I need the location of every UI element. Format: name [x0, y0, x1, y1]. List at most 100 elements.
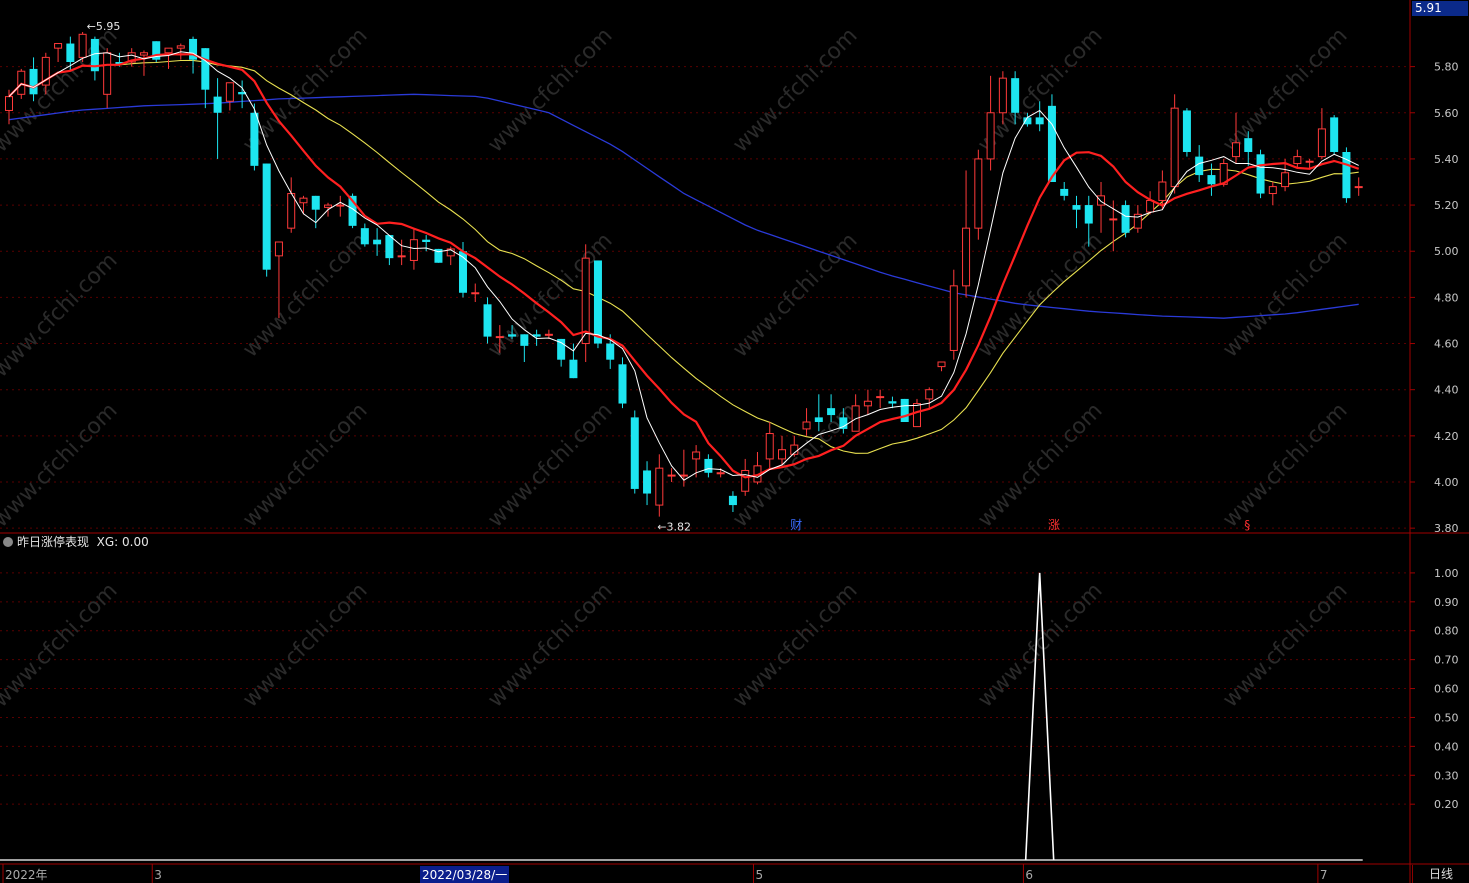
candle-body: [863, 400, 872, 407]
candle-body: [360, 228, 369, 245]
candle[interactable]: [851, 394, 860, 432]
candle[interactable]: [1207, 163, 1216, 196]
candle-body: [1207, 175, 1216, 185]
candle[interactable]: [1133, 205, 1142, 233]
candle-body: [692, 451, 701, 460]
candle[interactable]: [1121, 200, 1130, 238]
candle-body: [139, 52, 148, 56]
candle[interactable]: [90, 36, 99, 81]
candle[interactable]: [962, 170, 971, 298]
candle[interactable]: [103, 48, 112, 109]
candle[interactable]: [876, 389, 885, 409]
candle-body: [471, 292, 480, 295]
candle[interactable]: [238, 80, 247, 109]
watermark: www.cfchi.com: [728, 228, 862, 362]
candle[interactable]: [1170, 94, 1179, 194]
watermark: www.cfchi.com: [1218, 398, 1352, 532]
candle[interactable]: [900, 398, 909, 422]
candle[interactable]: [532, 329, 541, 346]
indicator-tick-label: 0.40: [1434, 740, 1459, 753]
event-mark[interactable]: 财: [790, 518, 802, 532]
candle[interactable]: [986, 75, 995, 171]
candle[interactable]: [250, 103, 259, 171]
candle[interactable]: [949, 269, 958, 360]
candle[interactable]: [1146, 191, 1155, 215]
candle[interactable]: [753, 452, 762, 485]
candle[interactable]: [1256, 149, 1265, 199]
candle[interactable]: [164, 47, 173, 69]
event-mark[interactable]: 涨: [1048, 517, 1060, 532]
watermark: www.cfchi.com: [238, 398, 372, 532]
candle[interactable]: [937, 361, 946, 372]
watermark: www.cfchi.com: [973, 398, 1107, 532]
candle[interactable]: [520, 334, 529, 362]
candle-body: [974, 158, 983, 229]
candle[interactable]: [471, 283, 480, 302]
candle-body: [1268, 186, 1277, 195]
candle[interactable]: [311, 195, 320, 229]
candle[interactable]: [360, 223, 369, 247]
candle-body: [962, 227, 971, 287]
candle[interactable]: [1354, 177, 1363, 196]
candle[interactable]: [581, 244, 590, 362]
y-tick-label: 4.20: [1434, 430, 1459, 443]
candle[interactable]: [1342, 147, 1351, 203]
candle-body: [606, 343, 615, 360]
watermark: www.cfchi.com: [0, 248, 123, 382]
candle[interactable]: [1182, 108, 1191, 157]
candle-body: [618, 364, 627, 404]
candle[interactable]: [618, 357, 627, 409]
candle[interactable]: [1047, 94, 1056, 182]
candle-body: [225, 82, 234, 102]
candle[interactable]: [1097, 182, 1106, 233]
period-button[interactable]: 日线: [1412, 865, 1469, 883]
candle[interactable]: [863, 389, 872, 416]
candle-body: [765, 433, 774, 460]
candle[interactable]: [802, 408, 811, 436]
candle[interactable]: [1330, 115, 1339, 155]
indicator-title[interactable]: 昨日涨停表现 XG: 0.00: [3, 533, 149, 550]
candle[interactable]: [765, 422, 774, 469]
watermark: www.cfchi.com: [0, 398, 123, 532]
candle-body: [949, 285, 958, 351]
candle[interactable]: [287, 177, 296, 233]
candle[interactable]: [336, 195, 345, 217]
candle[interactable]: [385, 235, 394, 266]
candle-body: [1109, 218, 1118, 221]
candle-body: [986, 112, 995, 160]
candle[interactable]: [1293, 149, 1302, 169]
candle[interactable]: [630, 410, 639, 494]
event-mark[interactable]: §: [1244, 518, 1250, 532]
candle[interactable]: [201, 48, 210, 109]
candle-body: [827, 408, 836, 416]
candle-body: [164, 47, 173, 54]
candle[interactable]: [262, 163, 271, 277]
candle-body: [1097, 195, 1106, 206]
candle[interactable]: [679, 449, 688, 487]
candle[interactable]: [643, 461, 652, 506]
candle[interactable]: [1268, 182, 1277, 206]
candle[interactable]: [974, 149, 983, 240]
candle[interactable]: [213, 78, 222, 159]
watermark: www.cfchi.com: [728, 578, 862, 712]
indicator-settings-icon[interactable]: [3, 537, 13, 547]
candle-body: [667, 474, 676, 477]
candle[interactable]: [655, 454, 664, 517]
candle[interactable]: [925, 387, 934, 409]
candle[interactable]: [704, 454, 713, 478]
candle[interactable]: [1317, 108, 1326, 159]
candle[interactable]: [225, 82, 234, 111]
candle-body: [103, 52, 112, 95]
candle[interactable]: [1060, 182, 1069, 201]
candle[interactable]: [54, 43, 63, 62]
y-tick-label: 4.40: [1434, 384, 1459, 397]
candle-body: [1035, 117, 1044, 125]
candle[interactable]: [667, 468, 676, 482]
y-tick-label: 4.80: [1434, 291, 1459, 304]
candle[interactable]: [152, 41, 161, 62]
candle[interactable]: [1072, 195, 1081, 229]
y-tick-label: 5.80: [1434, 61, 1459, 74]
kline-chart[interactable]: 5.80 5.60 5.40 5.20 5.00 4.80 4.60 4.40 4.20 4.00…: [0, 0, 1469, 883]
candle-body: [176, 45, 185, 49]
candle-body: [679, 474, 688, 477]
